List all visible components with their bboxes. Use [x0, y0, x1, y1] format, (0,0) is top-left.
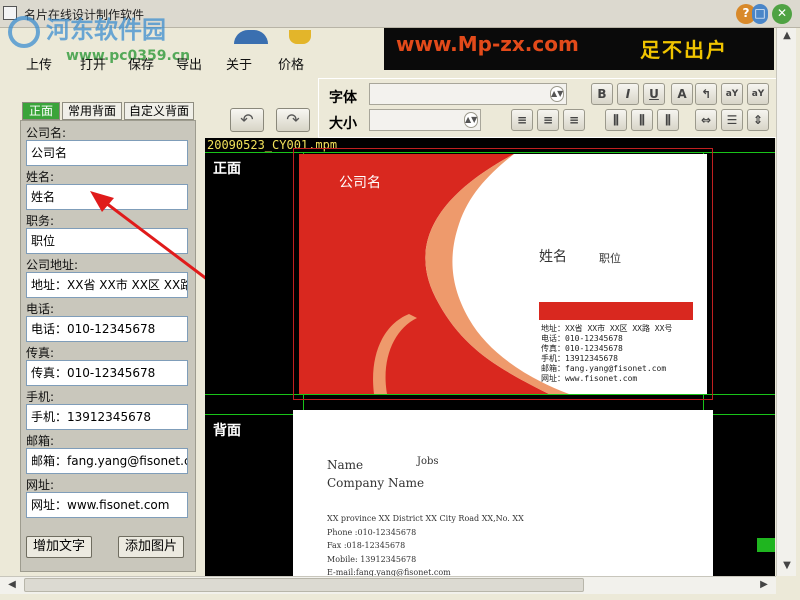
- font-select[interactable]: ▲▼: [369, 83, 567, 105]
- letter-spacing-icon[interactable]: aY: [721, 83, 743, 105]
- size-select[interactable]: ▲▼: [369, 109, 481, 131]
- phone-input[interactable]: 电话：010-12345678: [26, 316, 188, 342]
- front-contact-line: 地址：XX省 XX市 XX区 XX路 XX号: [541, 324, 673, 333]
- field-label-company: 公司名:: [26, 126, 67, 140]
- price-icon[interactable]: [289, 30, 311, 44]
- front-card[interactable]: 公司名 姓名 职位 地址：XX省 XX市 XX区 XX路 XX号 电话：010-…: [299, 154, 707, 394]
- front-contact-line: 网址：www.fisonet.com: [541, 374, 638, 383]
- add-image-button[interactable]: 添加图片: [118, 536, 184, 558]
- back-title[interactable]: Jobs: [417, 456, 439, 467]
- align-left-icon[interactable]: ≡: [511, 109, 533, 131]
- back-contact-line: Mobile: 13912345678: [327, 554, 417, 564]
- field-label-mobile: 手机:: [26, 390, 55, 404]
- align-middle-icon[interactable]: ⫼: [631, 109, 653, 131]
- close-button[interactable]: ✕: [772, 4, 792, 24]
- field-label-website: 网址:: [26, 478, 55, 492]
- tab-common-back[interactable]: 常用背面: [62, 102, 122, 120]
- layer-icon[interactable]: ⇕: [747, 109, 769, 131]
- front-contact-line: 电话：010-12345678: [541, 334, 623, 343]
- company-input[interactable]: 公司名: [26, 140, 188, 166]
- chevron-down-icon: ▲▼: [464, 112, 478, 128]
- tab-front[interactable]: 正面: [22, 102, 60, 120]
- front-title[interactable]: 职位: [599, 250, 621, 266]
- scroll-right-icon[interactable]: ▶: [756, 577, 772, 593]
- back-contact-line: Fax :018-12345678: [327, 541, 406, 550]
- price-button[interactable]: 价格: [278, 54, 304, 73]
- chevron-down-icon: ▲▼: [550, 86, 564, 102]
- underline-button[interactable]: U: [643, 83, 665, 105]
- banner-motto: 足不出户: [640, 38, 728, 62]
- field-label-address: 公司地址:: [26, 258, 79, 272]
- field-label-phone: 电话:: [26, 302, 55, 316]
- open-button[interactable]: 打开: [80, 54, 106, 73]
- scroll-up-icon[interactable]: ▲: [779, 28, 795, 44]
- front-contact-block[interactable]: 地址：XX省 XX市 XX区 XX路 XX号 电话：010-12345678 传…: [541, 324, 672, 384]
- front-name[interactable]: 姓名: [539, 246, 567, 266]
- rotate-icon[interactable]: ↰: [695, 83, 717, 105]
- design-canvas[interactable]: 20090523_CY001.mpm 正面 背面 公司名 姓名 职位 地址：XX…: [205, 138, 775, 576]
- list-icon[interactable]: ☰: [721, 109, 743, 131]
- front-contact-line: 传真：010-12345678: [541, 344, 623, 353]
- front-contact-line: 手机：13912345678: [541, 354, 618, 363]
- email-input[interactable]: 邮箱：fang.yang@fisonet.com: [26, 448, 188, 474]
- green-handle[interactable]: [757, 538, 775, 552]
- banner: www.Mp-zx.com 足不出户: [384, 28, 774, 70]
- font-panel: 字体 ▲▼ 大小 ▲▼ B I U A ↰ aY aY ≡ ≡ ≡ ⫼ ⫼ ⫼ …: [318, 78, 794, 138]
- font-label: 字体: [329, 90, 357, 106]
- front-company[interactable]: 公司名: [339, 172, 381, 192]
- align-top-icon[interactable]: ⫼: [605, 109, 627, 131]
- line-spacing-icon[interactable]: aY: [747, 83, 769, 105]
- field-label-email: 邮箱:: [26, 434, 55, 448]
- tab-custom-back[interactable]: 自定义背面: [124, 102, 194, 120]
- mobile-input[interactable]: 手机：13912345678: [26, 404, 188, 430]
- save-button[interactable]: 保存: [128, 54, 154, 73]
- back-contact-line: E-mail:fang.yang@fisonet.com: [327, 568, 451, 576]
- scroll-down-icon[interactable]: ▼: [779, 558, 795, 574]
- field-label-fax: 传真:: [26, 346, 55, 360]
- back-card[interactable]: Name Jobs Company Name XX province XX Di…: [293, 410, 713, 576]
- about-icon[interactable]: [234, 30, 268, 44]
- redo-button[interactable]: ↷: [276, 108, 310, 132]
- upload-button[interactable]: 上传: [26, 54, 52, 73]
- fax-input[interactable]: 传真：010-12345678: [26, 360, 188, 386]
- align-right-icon[interactable]: ≡: [563, 109, 585, 131]
- horizontal-scroll-thumb[interactable]: [24, 578, 584, 592]
- back-label: 背面: [213, 423, 241, 439]
- back-contact-line: Phone :010-12345678: [327, 527, 417, 537]
- distribute-icon[interactable]: ⇔: [695, 109, 717, 131]
- add-text-button[interactable]: 增加文字: [26, 536, 92, 558]
- scroll-left-icon[interactable]: ◀: [4, 577, 20, 593]
- front-contact-line: 邮箱：fang.yang@fisonet.com: [541, 364, 667, 373]
- undo-button[interactable]: ↶: [230, 108, 264, 132]
- export-button[interactable]: 导出: [176, 54, 202, 73]
- bold-button[interactable]: B: [591, 83, 613, 105]
- website-input[interactable]: 网址：www.fisonet.com: [26, 492, 188, 518]
- front-label: 正面: [213, 161, 241, 177]
- align-center-icon[interactable]: ≡: [537, 109, 559, 131]
- size-label: 大小: [329, 116, 357, 132]
- back-contact-line: XX province XX District XX City Road XX,…: [327, 514, 524, 523]
- field-label-title: 职务:: [26, 214, 55, 228]
- back-name[interactable]: Name: [327, 458, 363, 472]
- field-label-name: 姓名:: [26, 170, 55, 184]
- italic-button[interactable]: I: [617, 83, 639, 105]
- about-button[interactable]: 关于: [226, 54, 252, 73]
- vertical-scrollbar[interactable]: ▲ ▼: [776, 28, 796, 576]
- align-bottom-icon[interactable]: ⫼: [657, 109, 679, 131]
- text-color-icon[interactable]: A: [671, 83, 693, 105]
- banner-url: www.Mp-zx.com: [396, 32, 579, 56]
- maximize-button[interactable]: □: [752, 4, 768, 24]
- back-company[interactable]: Company Name: [327, 476, 424, 490]
- back-contact-block[interactable]: XX province XX District XX City Road XX,…: [327, 512, 524, 576]
